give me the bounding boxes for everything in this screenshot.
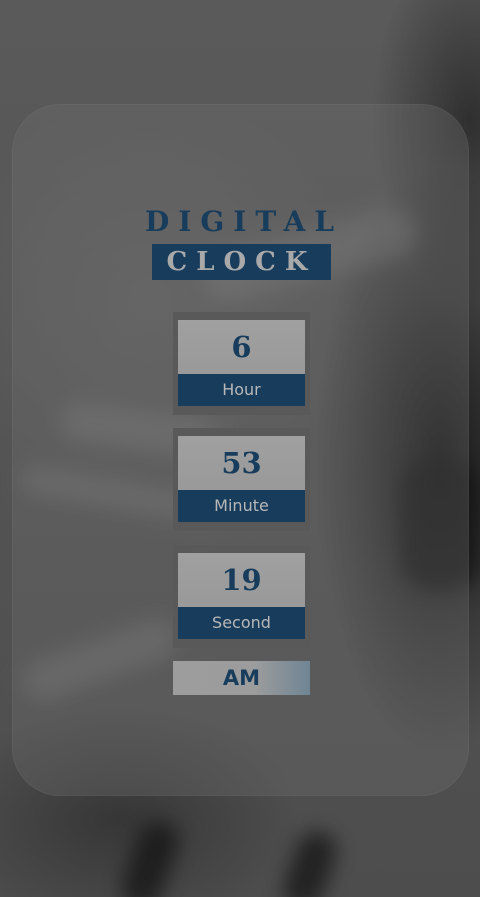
second-tile: 19 Second xyxy=(173,545,310,648)
minute-value: 53 xyxy=(221,446,262,480)
hour-tile: 6 Hour xyxy=(173,312,310,415)
second-label: Second xyxy=(178,607,305,639)
title-digital: DIGITAL xyxy=(144,205,344,238)
second-value: 19 xyxy=(221,563,262,597)
hour-label: Hour xyxy=(178,374,305,406)
hour-value: 6 xyxy=(231,330,252,364)
am-pm-indicator: AM xyxy=(173,661,310,695)
title-clock: CLOCK xyxy=(152,244,331,280)
minute-label: Minute xyxy=(178,490,305,522)
minute-tile: 53 Minute xyxy=(173,428,310,531)
